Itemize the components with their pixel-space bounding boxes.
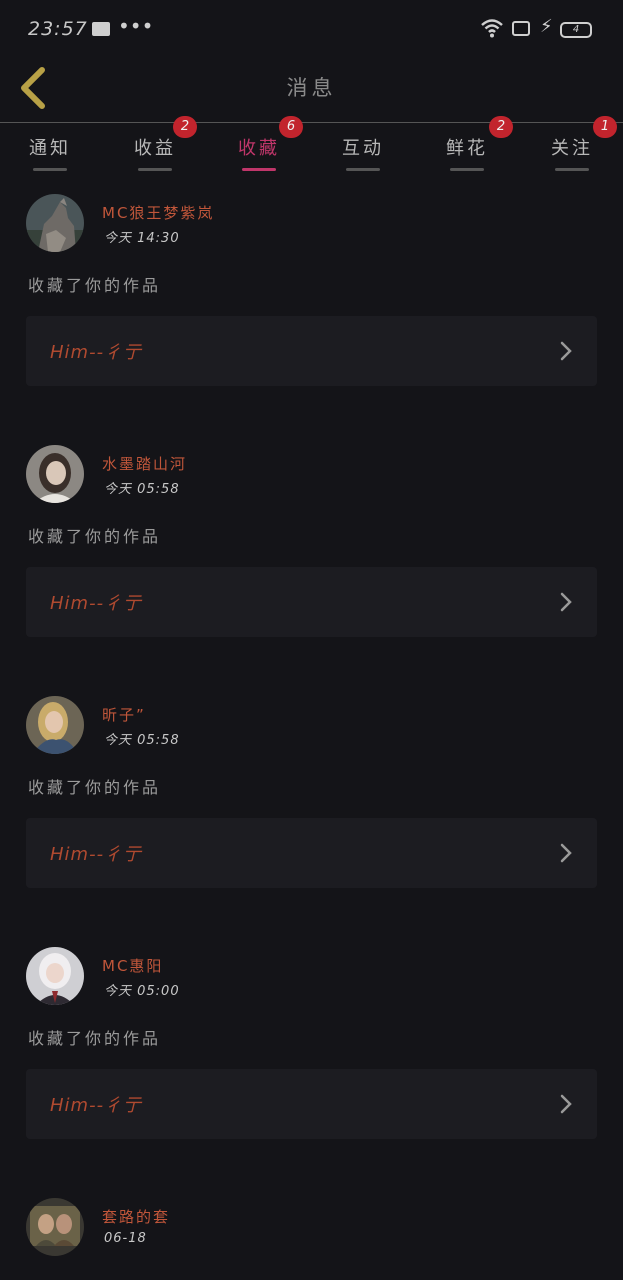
avatar[interactable] <box>26 947 84 1005</box>
username[interactable]: 昕子” <box>102 704 146 725</box>
page-title: 消息 <box>286 76 337 100</box>
avatar[interactable] <box>26 696 84 754</box>
tab-label: 收益 <box>134 138 176 159</box>
tab-underline <box>33 168 67 171</box>
work-link[interactable]: Him--彳亍 <box>26 1069 597 1139</box>
mail-icon <box>92 22 110 36</box>
status-time: 23:57 <box>28 18 88 40</box>
work-link[interactable]: Him--彳亍 <box>26 818 597 888</box>
tab-label: 收藏 <box>238 138 280 159</box>
list-item: 昕子” 今天 05:58 收藏了你的作品 Him--彳亍 <box>0 678 623 928</box>
timestamp: 今天 05:00 <box>104 984 180 999</box>
charging-bolt-icon: ⚡ <box>540 16 553 37</box>
avatar[interactable] <box>26 194 84 252</box>
badge-count: 6 <box>279 116 303 138</box>
list-item: 水墨踏山河 今天 05:58 收藏了你的作品 Him--彳亍 <box>0 427 623 677</box>
tab-earnings[interactable]: 收益 2 <box>105 116 205 176</box>
tab-bar: 通知 收益 2 收藏 6 互动 鲜花 2 关注 1 <box>0 116 623 176</box>
message-text: 收藏了你的作品 <box>28 527 162 546</box>
message-text: 收藏了你的作品 <box>28 276 162 295</box>
status-bar: 23:57 ••• ⚡ 4 <box>0 0 623 62</box>
message-text: 收藏了你的作品 <box>28 1029 162 1048</box>
tab-underline <box>450 168 484 171</box>
timestamp: 今天 05:58 <box>104 733 180 748</box>
chevron-right-icon <box>560 592 572 612</box>
tab-notifications[interactable]: 通知 <box>0 124 100 176</box>
badge-count: 2 <box>489 116 513 138</box>
work-title: Him--彳亍 <box>50 342 143 363</box>
screen-icon <box>512 21 530 36</box>
avatar[interactable] <box>26 445 84 503</box>
timestamp: 今天 05:58 <box>104 482 180 497</box>
battery-icon: 4 <box>560 22 592 38</box>
tab-underline <box>346 168 380 171</box>
tab-label: 互动 <box>342 138 384 159</box>
tab-follows[interactable]: 关注 1 <box>522 116 622 176</box>
work-link[interactable]: Him--彳亍 <box>26 316 597 386</box>
tab-favorites[interactable]: 收藏 6 <box>209 116 309 176</box>
username[interactable]: MC狼王梦紫岚 <box>102 202 214 223</box>
work-link[interactable]: Him--彳亍 <box>26 567 597 637</box>
more-dots-icon: ••• <box>118 14 154 38</box>
work-title: Him--彳亍 <box>50 1095 143 1116</box>
tab-label: 通知 <box>29 138 71 159</box>
username[interactable]: 水墨踏山河 <box>102 453 187 474</box>
header-divider <box>0 122 623 123</box>
username[interactable]: MC惠阳 <box>102 955 163 976</box>
badge-count: 1 <box>593 116 617 138</box>
timestamp: 06-18 <box>104 1231 147 1246</box>
timestamp: 今天 14:30 <box>104 231 180 246</box>
list-item: MC惠阳 今天 05:00 收藏了你的作品 Him--彳亍 <box>0 929 623 1179</box>
username[interactable]: 套路的套 <box>102 1206 170 1227</box>
tab-interactions[interactable]: 互动 <box>313 124 413 176</box>
list-item: MC狼王梦紫岚 今天 14:30 收藏了你的作品 Him--彳亍 <box>0 176 623 426</box>
message-text: 收藏了你的作品 <box>28 778 162 797</box>
chevron-right-icon <box>560 843 572 863</box>
work-title: Him--彳亍 <box>50 593 143 614</box>
tab-underline <box>138 168 172 171</box>
chevron-right-icon <box>560 1094 572 1114</box>
tab-underline <box>242 168 276 171</box>
tab-flowers[interactable]: 鲜花 2 <box>417 116 517 176</box>
avatar[interactable] <box>26 1198 84 1256</box>
header: 消息 <box>0 62 623 122</box>
badge-count: 2 <box>173 116 197 138</box>
chevron-right-icon <box>560 341 572 361</box>
work-title: Him--彳亍 <box>50 844 143 865</box>
wifi-icon <box>481 19 503 38</box>
list-item: 套路的套 06-18 <box>0 1180 623 1280</box>
tab-underline <box>555 168 589 171</box>
